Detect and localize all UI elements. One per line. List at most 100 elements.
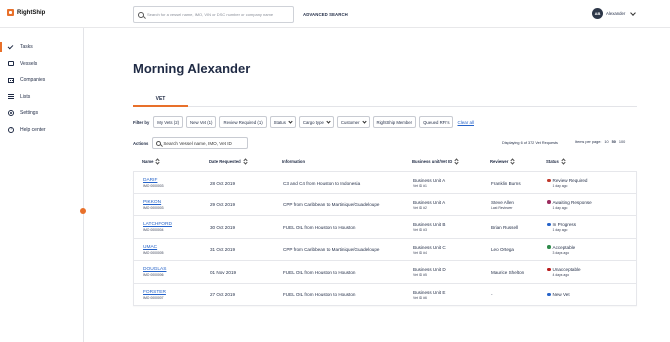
sidebar-item-tasks[interactable]: Tasks bbox=[0, 39, 83, 56]
status-badge: Acceptable bbox=[547, 245, 575, 250]
status-badge: In Progress bbox=[547, 222, 576, 227]
voyage-information: CPP from Caribbean to Martinique/Guadelo… bbox=[283, 202, 380, 207]
column-header-date[interactable]: Date Requested bbox=[209, 159, 247, 164]
vet-requests-table: Name Date Requested Information Business… bbox=[133, 153, 637, 306]
status-dot-icon bbox=[547, 178, 551, 183]
voyage-information: CPP from Caribbean to Martinique/Guadelo… bbox=[283, 247, 380, 252]
business-unit: Business Unit C bbox=[413, 244, 446, 250]
column-header-business-unit[interactable]: Business unit/Vet ID bbox=[412, 159, 458, 164]
global-search-input[interactable] bbox=[147, 12, 292, 17]
vet-id: Vet ID #3 bbox=[413, 228, 427, 232]
vessel-name-link[interactable]: FORSTER bbox=[143, 290, 166, 295]
vessel-cell: LATCHFORD IMO 0000004 bbox=[143, 216, 172, 238]
sidebar-item-lists[interactable]: Lists bbox=[0, 89, 83, 106]
advanced-search-link[interactable]: ADVANCED SEARCH bbox=[303, 12, 348, 17]
column-header-label: Business unit/Vet ID bbox=[412, 159, 453, 164]
filter-cargo-type-dropdown[interactable]: Cargo type bbox=[298, 116, 334, 128]
reviewer-name: Maurice Shelton bbox=[491, 269, 525, 275]
sidebar-item-vessels[interactable]: Vessels bbox=[0, 56, 83, 73]
actions-label: Actions bbox=[133, 140, 149, 146]
per-page-option-50[interactable]: 50 bbox=[612, 140, 616, 144]
vessel-name-link[interactable]: PIKKON bbox=[143, 200, 164, 205]
status-label: New Vet bbox=[552, 292, 570, 297]
gear-icon bbox=[8, 110, 14, 117]
reviewer-cell: Brian Russell bbox=[491, 216, 518, 238]
filter-chip-label: Cargo type bbox=[302, 119, 324, 125]
table-row[interactable]: DARIF IMO 0000003 28 Oct 2019 C3 and C4 fro… bbox=[133, 171, 637, 194]
vessel-name-link[interactable]: DOUGLAS bbox=[143, 267, 166, 272]
filter-label: Filter by bbox=[133, 119, 150, 125]
search-icon bbox=[138, 11, 144, 18]
date-cell: 29 Oct 2019 bbox=[210, 194, 235, 216]
table-body: DARIF IMO 0000003 28 Oct 2019 C3 and C4 fro… bbox=[133, 171, 637, 306]
information-cell: FUEL OIL from Houston to Houston bbox=[283, 261, 355, 283]
voyage-information: C3 and C4 from Houston to Indonesia bbox=[283, 180, 361, 186]
column-header-status[interactable]: Status bbox=[546, 159, 565, 164]
tab-vet[interactable]: VET bbox=[133, 93, 188, 107]
displaying-count: Displaying 6 of 372 Vet Requests bbox=[502, 141, 558, 145]
rightship-logo-icon bbox=[7, 9, 14, 16]
table-row[interactable]: LATCHFORD IMO 0000004 30 Oct 2019 FUEL OIL … bbox=[133, 216, 637, 239]
vet-id: Vet ID #2 bbox=[413, 205, 427, 210]
items-per-page: Items per page: 10 50 100 bbox=[575, 140, 625, 144]
business-unit: Business Unit B bbox=[413, 222, 446, 227]
table-row[interactable]: PIKKON IMO 0000003 29 Oct 2019 CPP from Car… bbox=[133, 193, 637, 216]
status-time: 1 day ago bbox=[552, 184, 568, 188]
filter-review-required[interactable]: Review Required (1) bbox=[219, 116, 267, 128]
sort-icon bbox=[455, 159, 458, 164]
reviewer-cell: Leo Ortega bbox=[491, 239, 514, 261]
chevron-down-icon bbox=[288, 119, 293, 124]
date-cell: 27 Oct 2019 bbox=[210, 284, 235, 306]
filter-rightship-member[interactable]: RightShip Member bbox=[372, 116, 417, 128]
sidebar-item-companies[interactable]: Companies bbox=[0, 72, 83, 89]
per-page-option-100[interactable]: 100 bbox=[619, 140, 625, 144]
status-dot-icon bbox=[547, 292, 551, 297]
sort-icon bbox=[562, 159, 565, 164]
search-icon bbox=[156, 140, 162, 146]
building-icon bbox=[8, 77, 14, 83]
column-header-reviewer[interactable]: Reviewer bbox=[490, 159, 514, 164]
sidebar-collapse-handle[interactable] bbox=[80, 208, 86, 214]
sidebar-item-help-center[interactable]: Help center bbox=[0, 122, 83, 139]
vessel-cell: PIKKON IMO 0000003 bbox=[143, 194, 164, 216]
sidebar-item-label: Help center bbox=[20, 126, 46, 133]
column-header-name[interactable]: Name bbox=[142, 159, 159, 164]
filter-customer-dropdown[interactable]: Customer bbox=[336, 116, 370, 128]
vessel-name-link[interactable]: LATCHFORD bbox=[143, 222, 172, 227]
filter-new-vet[interactable]: New Vet (1) bbox=[186, 116, 217, 128]
filter-chip-label: Customer bbox=[340, 119, 360, 125]
date-requested: 30 Oct 2019 bbox=[210, 224, 236, 230]
filter-my-vets[interactable]: My Vets (2) bbox=[153, 116, 184, 128]
status-badge: Review Required bbox=[547, 178, 587, 183]
brand-logo[interactable]: RightShip bbox=[7, 9, 45, 16]
sidebar-item-settings[interactable]: Settings bbox=[0, 105, 83, 122]
voyage-information: FUEL OIL from Houston to Houston bbox=[283, 269, 356, 275]
date-cell: 30 Oct 2019 bbox=[210, 216, 235, 238]
vessel-name-link[interactable]: DARIF bbox=[143, 178, 164, 183]
status-label: Review Required bbox=[552, 178, 588, 183]
table-row[interactable]: FORSTER IMO 0000007 27 Oct 2019 FUEL OIL fr… bbox=[133, 283, 637, 306]
clear-all-link[interactable]: Clear all bbox=[457, 120, 474, 125]
table-row[interactable]: UMAC IMO 0000005 31 Oct 2019 CPP from Carib… bbox=[133, 238, 637, 261]
table-search[interactable] bbox=[152, 137, 249, 149]
imo-number: IMO 0000007 bbox=[143, 295, 164, 300]
table-search-input[interactable] bbox=[163, 140, 248, 146]
filter-queued-rfis[interactable]: Queued RFI's bbox=[419, 116, 454, 128]
status-label: Acceptable bbox=[552, 244, 576, 250]
business-unit-cell: Business Unit D Vet ID #5 bbox=[413, 261, 446, 283]
filter-status-dropdown[interactable]: Status bbox=[269, 116, 296, 128]
information-cell: CPP from Caribbean to Martinique/Guadelo… bbox=[283, 194, 379, 216]
column-header-label: Reviewer bbox=[490, 159, 509, 164]
chevron-down-icon bbox=[361, 119, 367, 124]
sidebar-item-label: Settings bbox=[20, 110, 39, 117]
user-menu[interactable]: AB Alexander bbox=[592, 8, 637, 19]
table-row[interactable]: DOUGLAS IMO 0000006 01 Nov 2019 FUEL OIL fr… bbox=[133, 261, 637, 284]
global-search[interactable] bbox=[133, 6, 294, 23]
status-time: 3 days ago bbox=[552, 250, 570, 255]
vessel-cell: DARIF IMO 0000003 bbox=[143, 172, 164, 194]
information-cell: FUEL OIL from Houston to Houston bbox=[283, 216, 355, 238]
per-page-option-10[interactable]: 10 bbox=[604, 140, 608, 144]
date-cell: 31 Oct 2019 bbox=[210, 239, 235, 261]
vessel-name-link[interactable]: UMAC bbox=[143, 245, 164, 250]
sidebar: Tasks Vessels Companies Lists Settings H… bbox=[0, 28, 86, 342]
